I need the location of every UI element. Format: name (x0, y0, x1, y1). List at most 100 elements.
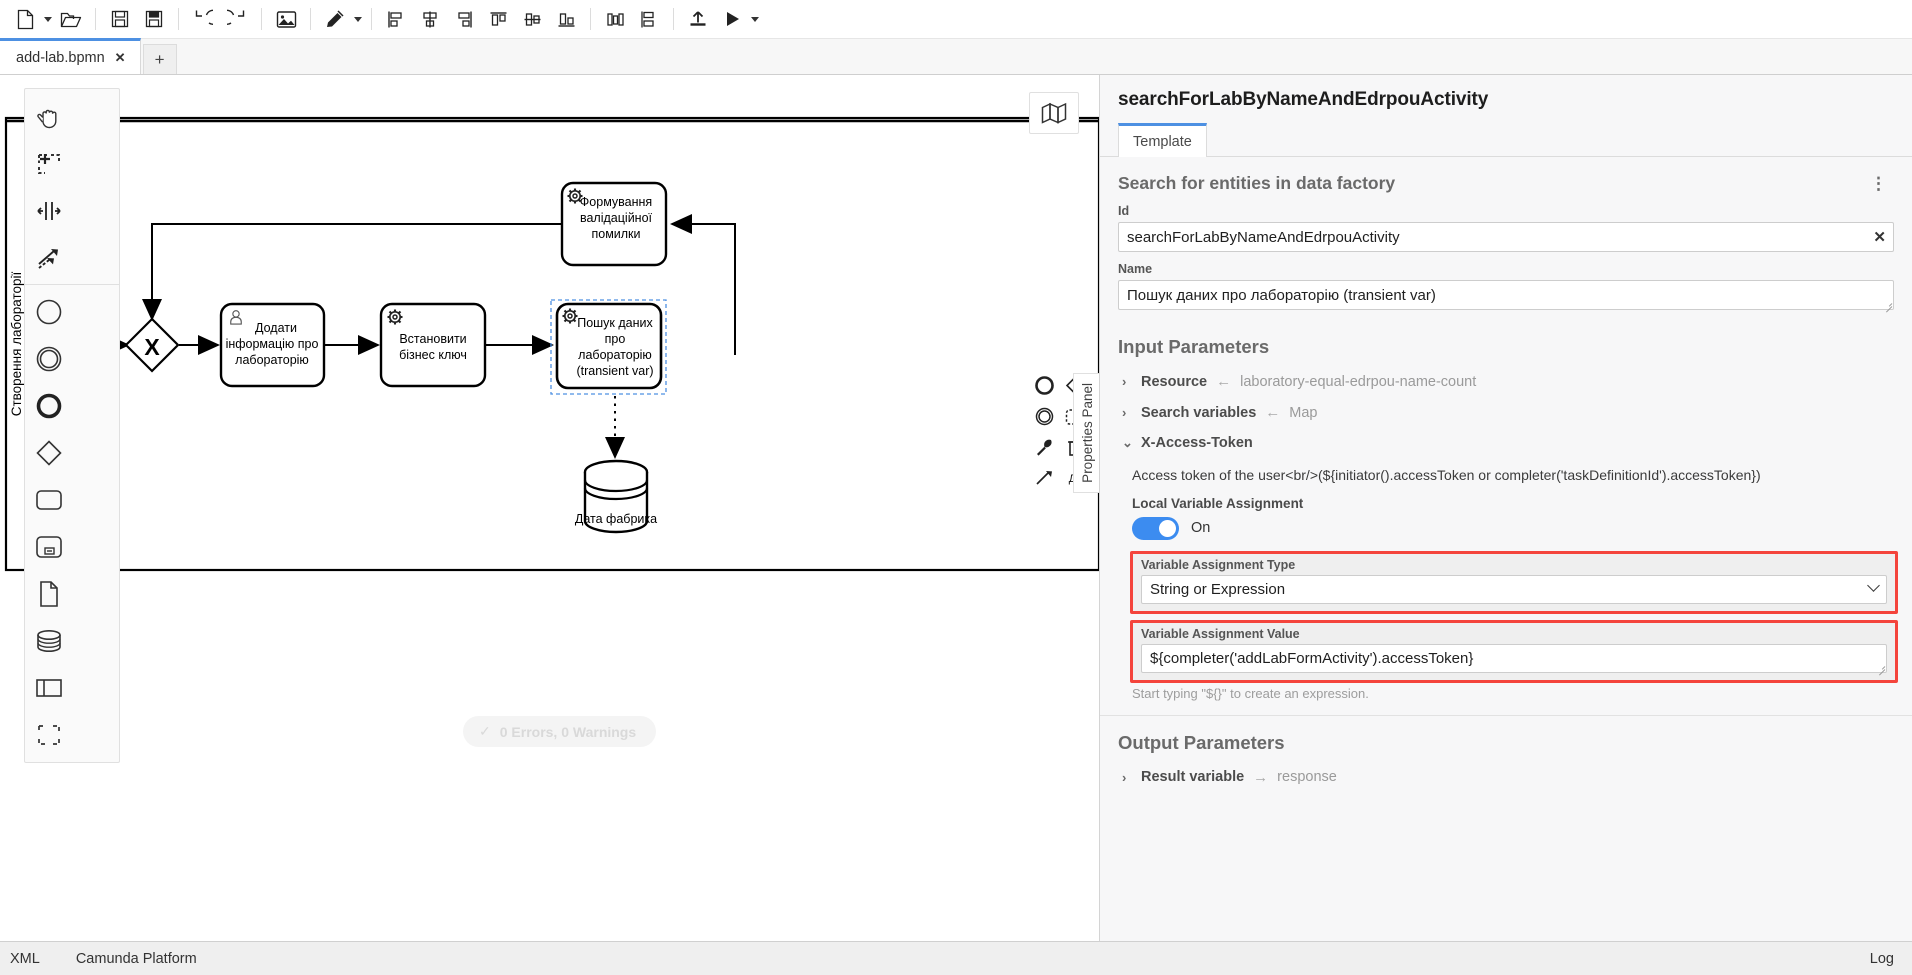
close-icon[interactable]: ✕ (115, 50, 126, 66)
undo-button[interactable] (186, 4, 220, 34)
svg-text:(transient var): (transient var) (576, 364, 653, 378)
statusbar-xml-button[interactable]: XML (10, 951, 40, 967)
create-gateway[interactable] (25, 429, 73, 476)
lasso-select-tool[interactable] (25, 140, 73, 187)
local-variable-assignment-row: On (1100, 513, 1912, 546)
local-variable-assignment-toggle[interactable] (1132, 516, 1179, 540)
param-value: response (1277, 769, 1337, 786)
align-top-button[interactable] (481, 4, 515, 34)
variable-assignment-value-label: Variable Assignment Value (1141, 626, 1300, 641)
deploy-button[interactable] (681, 4, 715, 34)
variable-assignment-type-select[interactable]: String or Expression Script List Map (1141, 574, 1887, 604)
ctx-append-end-event[interactable] (1029, 370, 1060, 401)
open-file-button[interactable] (54, 4, 88, 34)
tab-bar: add-lab.bpmn ✕ + (0, 38, 1912, 75)
create-data-store[interactable] (25, 617, 73, 664)
clear-icon[interactable]: ✕ (1873, 228, 1886, 246)
status-badge[interactable]: ✓ 0 Errors, 0 Warnings (463, 716, 657, 747)
tab-template[interactable]: Template (1118, 123, 1207, 157)
export-image-button[interactable] (269, 4, 303, 34)
svg-text:Пошук даних: Пошук даних (577, 316, 653, 330)
properties-panel-header: searchForLabByNameAndEdrpouActivity (1100, 75, 1912, 111)
toolbar-divider (95, 8, 96, 30)
add-tab-button[interactable]: + (142, 44, 177, 74)
tab-add-lab-bpmn[interactable]: add-lab.bpmn ✕ (0, 38, 141, 74)
input-parameters-title: Input Parameters (1118, 336, 1270, 357)
ctx-append-intermediate-event[interactable] (1029, 401, 1060, 432)
param-value: Map (1289, 404, 1318, 421)
align-left-button[interactable] (379, 4, 413, 34)
bpmn-palette[interactable] (24, 88, 120, 763)
ctx-wrench-icon[interactable] (1029, 432, 1060, 463)
check-icon: ✓ (479, 723, 491, 739)
start-instance-dropdown[interactable] (749, 4, 761, 34)
color-picker-button[interactable] (318, 4, 352, 34)
toggle-state-label: On (1191, 520, 1211, 537)
create-subprocess[interactable] (25, 523, 73, 570)
save-button[interactable] (103, 4, 137, 34)
space-tool[interactable] (25, 187, 73, 234)
chevron-right-icon: › (1122, 374, 1127, 389)
color-picker-dropdown[interactable] (352, 4, 364, 34)
toolbar-divider (310, 8, 311, 30)
bpmn-canvas[interactable]: Створення лабораторії Початок X Додати і… (0, 75, 1099, 960)
ctx-connect-icon[interactable] (1029, 463, 1060, 494)
start-instance-button[interactable] (715, 4, 749, 34)
align-center-button[interactable] (413, 4, 447, 34)
toolbar-divider (261, 8, 262, 30)
redo-button[interactable] (220, 4, 254, 34)
save-as-button[interactable] (137, 4, 171, 34)
minimap-toggle[interactable] (1029, 92, 1079, 134)
properties-panel: searchForLabByNameAndEdrpouActivity Temp… (1099, 75, 1912, 960)
id-input[interactable] (1118, 222, 1894, 252)
status-badge-text: 0 Errors, 0 Warnings (499, 723, 637, 740)
arrow-left-icon: ← (1265, 404, 1281, 421)
align-middle-button[interactable] (515, 4, 549, 34)
create-intermediate-event[interactable] (25, 335, 73, 382)
kebab-menu-icon[interactable]: ⋮ (1864, 175, 1894, 192)
variable-assignment-type-label: Variable Assignment Type (1141, 557, 1296, 572)
statusbar-log-button[interactable]: Log (1870, 951, 1912, 967)
param-value: laboratory-equal-edrpou-name-count (1240, 373, 1477, 390)
chevron-down-icon: ⌄ (1122, 435, 1133, 450)
new-file-button[interactable] (8, 4, 42, 34)
properties-panel-handle[interactable]: Properties Panel (1073, 373, 1099, 493)
param-row-x-access-token[interactable]: ⌄ X-Access-Token (1100, 428, 1912, 458)
hand-tool[interactable] (25, 93, 73, 140)
param-row-search-variables[interactable]: › Search variables ← Map (1100, 397, 1912, 428)
create-task[interactable] (25, 476, 73, 523)
new-file-dropdown[interactable] (42, 4, 54, 34)
output-parameters-title: Output Parameters (1118, 731, 1285, 753)
statusbar-engine-label[interactable]: Camunda Platform (76, 951, 197, 967)
svg-text:Встановити: Встановити (399, 332, 466, 346)
create-end-event[interactable] (25, 382, 73, 429)
svg-text:бізнес ключ: бізнес ключ (399, 348, 467, 362)
chevron-right-icon: › (1122, 769, 1127, 785)
toolbar-divider (178, 8, 179, 30)
name-input[interactable] (1118, 280, 1894, 310)
param-name: Search variables (1141, 404, 1257, 421)
arrow-left-icon: ← (1216, 373, 1232, 390)
param-row-resource[interactable]: › Resource ← laboratory-equal-edrpou-nam… (1100, 366, 1912, 397)
variable-assignment-value-input[interactable] (1141, 643, 1887, 673)
arrow-right-icon: → (1253, 768, 1269, 786)
svg-text:про: про (605, 332, 626, 346)
distribute-horizontal-button[interactable] (598, 4, 632, 34)
param-name: X-Access-Token (1141, 435, 1253, 451)
align-right-button[interactable] (447, 4, 481, 34)
create-group[interactable] (25, 711, 73, 758)
name-field-group: Name (1100, 262, 1912, 320)
align-bottom-button[interactable] (549, 4, 583, 34)
distribute-vertical-button[interactable] (632, 4, 666, 34)
param-row-result-variable[interactable]: › Result variable → response (1100, 762, 1912, 793)
connect-tool[interactable] (25, 234, 73, 281)
toolbar-divider (673, 8, 674, 30)
param-name: Result variable (1141, 769, 1245, 786)
status-bar: XML Camunda Platform Log (0, 941, 1912, 975)
template-group-title: Search for entities in data factory (1118, 173, 1396, 193)
toolbar-divider (371, 8, 372, 30)
palette-divider (25, 284, 119, 285)
create-data-object[interactable] (25, 570, 73, 617)
create-start-event[interactable] (25, 288, 73, 335)
create-participant-pool[interactable] (25, 664, 73, 711)
